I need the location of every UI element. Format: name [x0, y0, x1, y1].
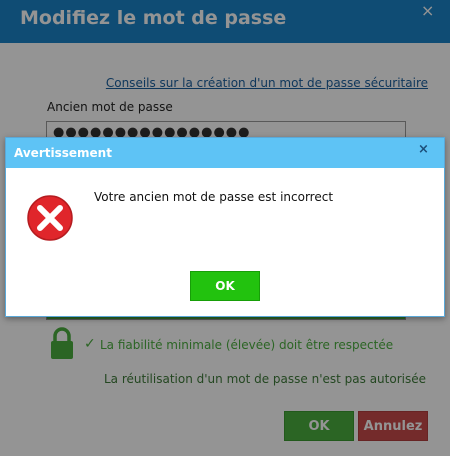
- warning-dialog-header: Avertissement ×: [6, 138, 444, 168]
- warning-message: Votre ancien mot de passe est incorrect: [94, 190, 334, 204]
- warning-close-button[interactable]: ×: [418, 142, 429, 157]
- error-x-icon: [27, 195, 73, 241]
- warning-dialog-title: Avertissement: [14, 146, 112, 160]
- warning-dialog: Avertissement × Votre ancien mot de pass…: [5, 137, 445, 317]
- warning-ok-button[interactable]: OK: [190, 271, 260, 301]
